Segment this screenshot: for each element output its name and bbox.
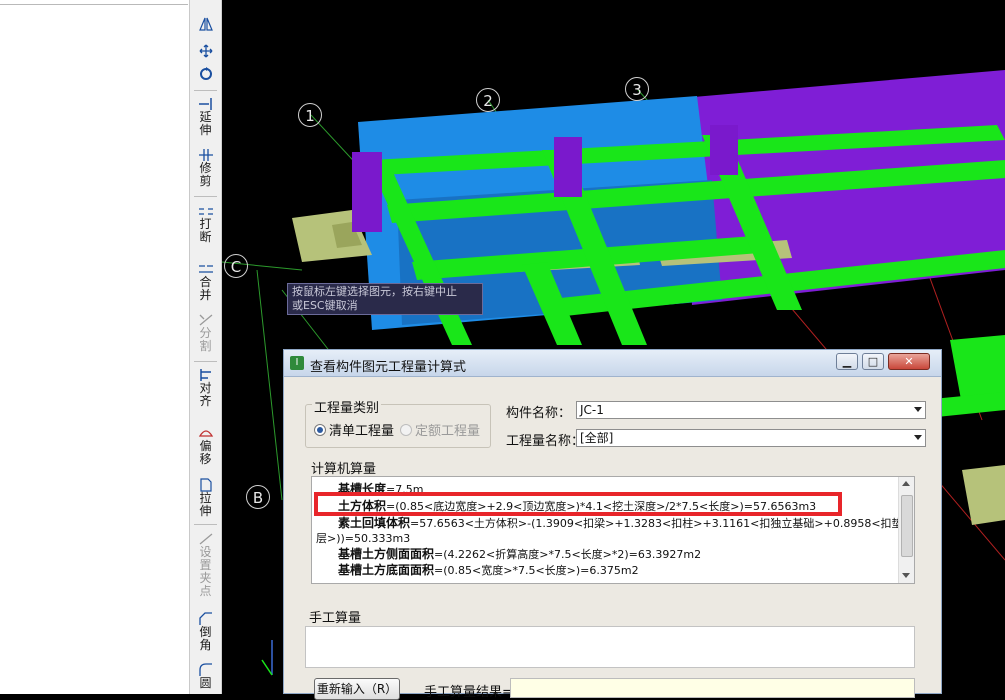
tool-split[interactable]: 分割 (190, 313, 221, 353)
round-icon (198, 663, 212, 676)
extend-icon (198, 98, 212, 110)
split-icon (199, 314, 212, 326)
close-icon: ✕ (904, 355, 914, 368)
tool-round[interactable]: 圆 (190, 663, 221, 690)
tool-trim[interactable]: 修剪 (190, 148, 221, 188)
calc-line-3: 层>))=50.333m3 (316, 532, 411, 545)
dialog-titlebar[interactable]: I 查看构件图元工程量计算式 ▁ □ ✕ (284, 350, 941, 377)
calc-line-5: 基槽土方底面面积=(0.85<宽度>*7.5<长度>)=6.375m2 (338, 563, 639, 577)
tool-label: 对齐 (199, 381, 212, 408)
computer-calc-label: 计算机算量 (309, 458, 379, 477)
tool-label: 分割 (199, 326, 212, 353)
tool-offset[interactable]: 偏移 (190, 426, 221, 466)
quantity-name-select[interactable]: [全部] (576, 429, 926, 447)
mirror-icon (198, 17, 213, 31)
app-icon: I (290, 356, 304, 370)
calc-line-2: 素土回填体积=57.6563<土方体积>-(1.3909<扣梁>+1.3283<… (338, 516, 903, 530)
manual-calc-label: 手工算量 (309, 611, 362, 626)
break-icon (198, 208, 213, 215)
radio-unselected-icon (400, 424, 412, 436)
selection-tooltip: 按鼠标左键选择图元，按右键中止 或ESC键取消 (287, 283, 483, 315)
tool-stretch[interactable]: 拉伸 (190, 478, 221, 518)
calc-scrollbar[interactable] (898, 477, 914, 583)
radio-label: 清单工程量 (329, 424, 395, 439)
tool-label: 合并 (199, 275, 212, 302)
reinput-button[interactable]: 重新输入（R） (314, 678, 400, 700)
axis-bubble-3: 3 (625, 77, 649, 101)
radio-selected-icon (314, 424, 326, 436)
tool-extend[interactable]: 延伸 (190, 97, 221, 137)
offset-icon (198, 430, 213, 437)
stretch-icon (199, 478, 212, 492)
component-name-value: JC-1 (580, 403, 604, 417)
chevron-down-icon (914, 435, 922, 440)
highlight-annotation-box (314, 492, 842, 516)
tool-merge[interactable]: 合并 (190, 262, 221, 302)
rotate-tool[interactable] (190, 66, 221, 80)
move-tool[interactable] (190, 44, 221, 58)
quantity-type-label: 工程量类别 (312, 397, 382, 416)
quantity-name-value: [全部] (580, 431, 614, 445)
dialog-title: 查看构件图元工程量计算式 (310, 360, 467, 375)
manual-result-label: 手工算量结果= (424, 685, 513, 700)
tool-label: 圆 (199, 676, 212, 690)
quantity-type-group: 工程量类别 清单工程量 定额工程量 (305, 397, 491, 448)
properties-panel (0, 0, 190, 694)
tool-grip[interactable]: 设置夹点 (190, 532, 221, 598)
maximize-button[interactable]: □ (862, 353, 884, 370)
tooltip-line-2: 或ESC键取消 (292, 299, 358, 312)
trim-icon (198, 149, 213, 161)
mirror-tool[interactable] (190, 0, 221, 31)
quantity-name-label: 工程量名称： (506, 434, 585, 449)
tool-align[interactable]: 对齐 (190, 368, 221, 408)
calc-line-4: 基槽土方侧面面积=(4.2262<折算高度>*7.5<长度>*2)=63.392… (338, 547, 702, 561)
tool-label: 延伸 (199, 110, 212, 137)
manual-result-input[interactable] (510, 678, 915, 698)
tool-label: 设置夹点 (199, 545, 212, 598)
radio-label: 定额工程量 (415, 424, 481, 439)
radio-bill-quantity[interactable]: 清单工程量 (314, 420, 394, 439)
tooltip-line-1: 按鼠标左键选择图元，按右键中止 (292, 285, 457, 298)
panel-top-field[interactable] (0, 0, 188, 5)
axis-bubble-1: 1 (298, 103, 322, 127)
tool-chamfer[interactable]: 倒角 (190, 612, 221, 652)
scroll-up-icon[interactable] (902, 481, 910, 486)
close-button[interactable]: ✕ (888, 353, 930, 370)
maximize-icon: □ (867, 355, 879, 368)
radio-quota-quantity[interactable]: 定额工程量 (400, 420, 480, 439)
scroll-thumb[interactable] (901, 495, 913, 557)
grip-icon (199, 533, 212, 545)
minimize-button[interactable]: ▁ (836, 353, 858, 370)
rotate-icon (199, 67, 212, 80)
chevron-down-icon (914, 407, 922, 412)
tool-label: 修剪 (199, 161, 212, 188)
axis-bubble-b: B (246, 485, 270, 509)
minimize-icon: ▁ (842, 355, 852, 368)
move-icon (199, 44, 212, 58)
tool-label: 拉伸 (199, 491, 212, 518)
edit-toolbar: 延伸 修剪 打断 合并 分割 对齐 偏移 拉伸 设置夹点 倒角 圆 (190, 0, 222, 694)
scroll-down-icon[interactable] (902, 573, 910, 578)
quantity-formula-dialog: I 查看构件图元工程量计算式 ▁ □ ✕ 工程量类别 清单工程量 定额工程量 构… (283, 349, 942, 700)
tool-label: 倒角 (199, 625, 212, 652)
tool-label: 偏移 (199, 439, 212, 466)
merge-icon (198, 265, 213, 273)
component-name-select[interactable]: JC-1 (576, 401, 926, 419)
tool-label: 打断 (199, 217, 212, 244)
component-name-label: 构件名称： (506, 406, 572, 421)
chamfer-icon (198, 612, 212, 625)
axis-bubble-c: C (224, 254, 248, 278)
tool-break[interactable]: 打断 (190, 204, 221, 244)
manual-calc-textbox[interactable] (305, 626, 915, 668)
axis-bubble-2: 2 (476, 88, 500, 112)
align-icon (199, 369, 211, 381)
